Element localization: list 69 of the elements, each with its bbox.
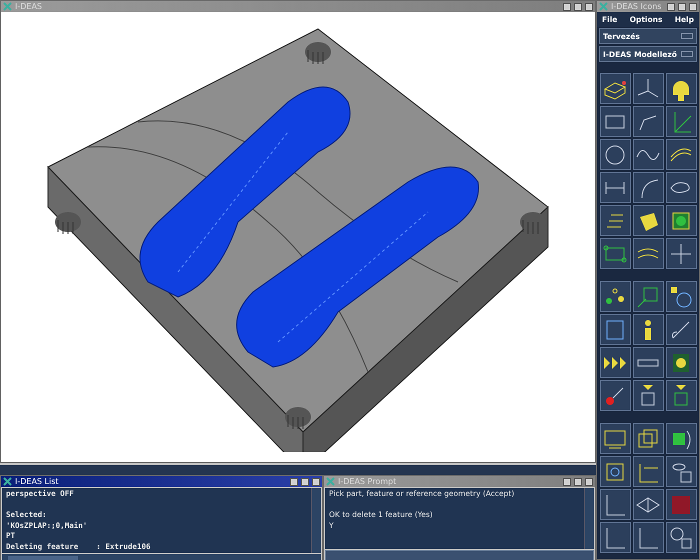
close-button[interactable]	[689, 2, 697, 10]
icon-tile[interactable]	[600, 380, 630, 411]
icon-tile[interactable]	[666, 423, 696, 454]
icon-tile[interactable]	[632, 106, 664, 137]
close-button[interactable]	[585, 2, 593, 10]
icon-tile[interactable]	[632, 314, 664, 345]
minimize-button[interactable]	[563, 478, 571, 486]
icon-tile[interactable]	[666, 73, 696, 104]
maximize-button[interactable]	[574, 478, 582, 486]
icon-tile[interactable]	[600, 314, 630, 345]
app-logo-icon	[3, 477, 12, 486]
icon-tile[interactable]	[600, 205, 630, 236]
icon-tile[interactable]	[632, 172, 664, 203]
maximize-button[interactable]	[678, 2, 686, 10]
app-logo-icon	[3, 2, 12, 11]
window-title: I-DEAS	[15, 2, 44, 12]
icon-tile[interactable]	[632, 456, 664, 487]
icon-tile[interactable]	[666, 281, 696, 312]
close-button[interactable]	[312, 478, 320, 486]
app-logo-icon	[326, 477, 335, 486]
icon-tile[interactable]	[600, 238, 630, 269]
icon-tile[interactable]	[632, 139, 664, 170]
icon-tile[interactable]	[632, 522, 664, 553]
icon-tile[interactable]	[666, 456, 696, 487]
icon-tile[interactable]	[666, 238, 696, 269]
input-field[interactable]	[325, 550, 594, 560]
icon-tile[interactable]	[666, 172, 696, 203]
window-title: I-DEAS List	[15, 476, 60, 486]
close-button[interactable]	[585, 478, 593, 486]
minimize-button[interactable]	[290, 478, 298, 486]
icon-tile[interactable]	[666, 205, 696, 236]
icon-tile[interactable]	[632, 489, 664, 520]
icon-tile[interactable]	[600, 489, 630, 520]
icon-tile[interactable]	[632, 281, 664, 312]
info-icon	[644, 318, 652, 340]
icon-tile[interactable]	[632, 73, 664, 104]
icon-tile[interactable]	[632, 423, 664, 454]
icon-tile[interactable]	[632, 347, 664, 378]
icon-tile[interactable]	[666, 106, 696, 137]
scrollbar[interactable]	[584, 488, 594, 549]
icon-tile[interactable]	[600, 281, 630, 312]
icon-tile[interactable]	[600, 73, 630, 104]
icon-tile[interactable]	[666, 380, 696, 411]
icon-tile[interactable]	[666, 489, 696, 520]
icon-tile[interactable]	[600, 423, 630, 454]
icon-tile[interactable]	[666, 139, 696, 170]
icon-tile[interactable]	[600, 172, 630, 203]
icon-tile[interactable]	[600, 106, 630, 137]
scrollbar[interactable]	[311, 488, 321, 553]
icon-tile[interactable]	[632, 380, 664, 411]
minimize-button[interactable]	[563, 2, 571, 10]
app-logo-icon	[599, 2, 608, 11]
maximize-button[interactable]	[301, 478, 309, 486]
ruler-icon	[637, 358, 659, 366]
icon-tile[interactable]	[600, 139, 630, 170]
minimize-button[interactable]	[667, 2, 675, 10]
maximize-button[interactable]	[574, 2, 582, 10]
icon-tile[interactable]	[600, 456, 630, 487]
icon-tile[interactable]	[666, 314, 696, 345]
window-title: I-DEAS Prompt	[338, 476, 398, 486]
icon-tile[interactable]	[666, 522, 696, 553]
curves-icon	[670, 148, 692, 162]
icon-tile[interactable]	[666, 347, 696, 378]
icon-tile[interactable]	[600, 522, 630, 553]
scrollbar[interactable]	[2, 554, 321, 560]
window-title: I-DEAS Icons	[611, 2, 662, 12]
icon-tile[interactable]	[600, 347, 630, 378]
icon-tile[interactable]	[632, 205, 664, 236]
icon-tile[interactable]	[632, 238, 664, 269]
